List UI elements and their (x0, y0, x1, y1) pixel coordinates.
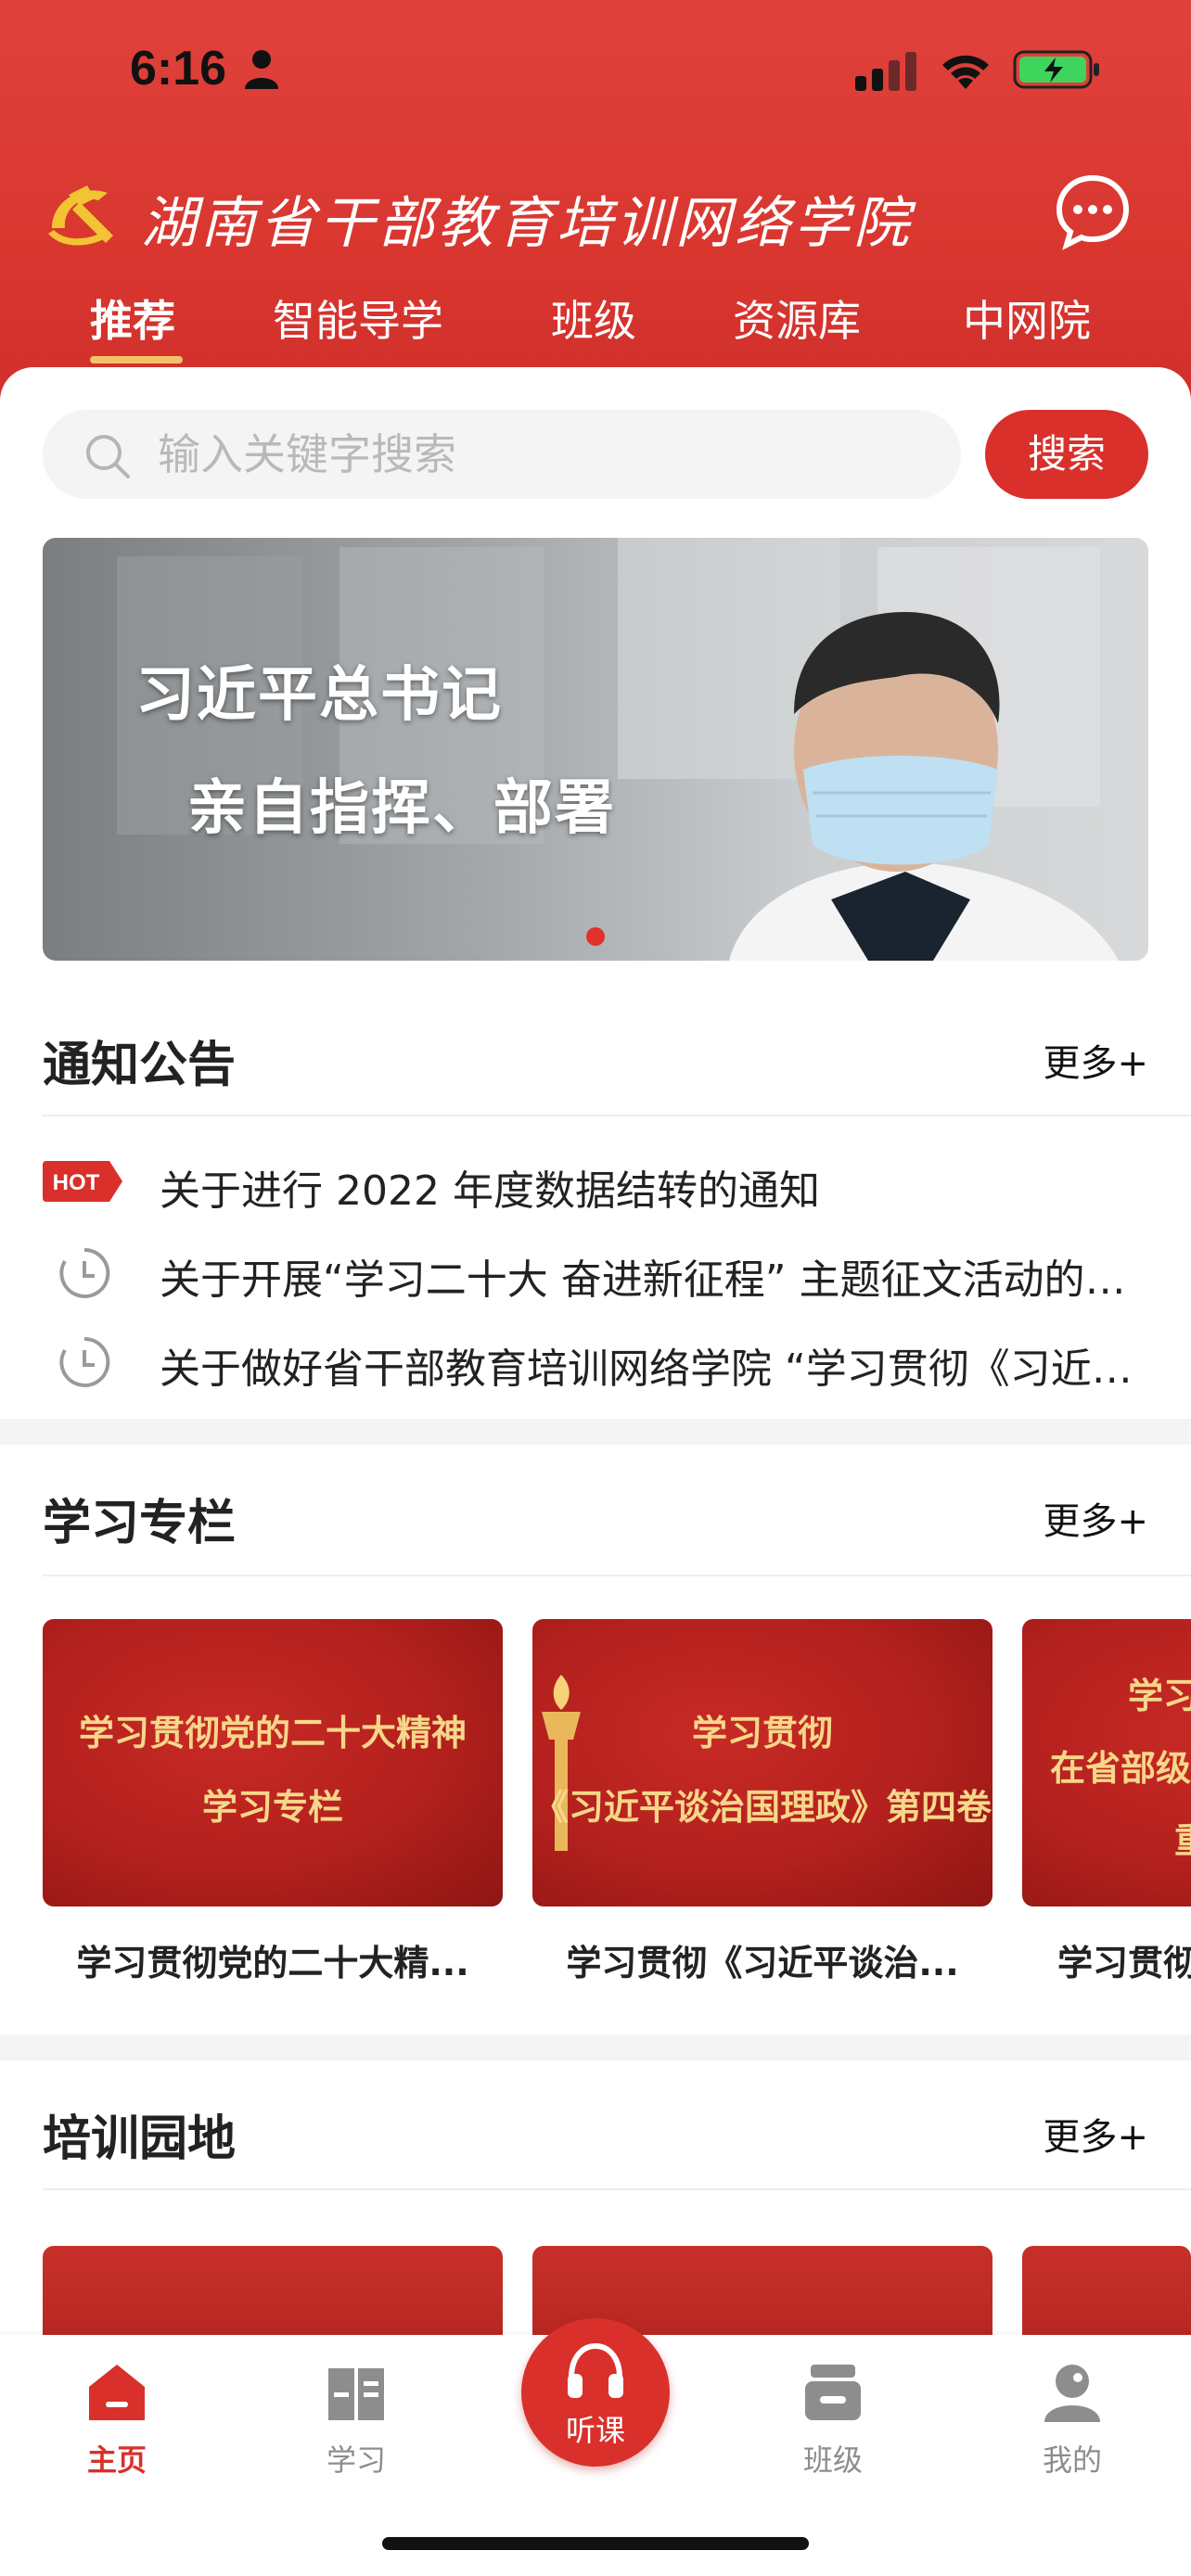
section-separator (0, 1419, 1191, 1445)
listen-button[interactable]: 听课 (521, 2318, 670, 2467)
profile-icon (1044, 2365, 1100, 2422)
study-card-cover: 学习贯彻 《习近平谈治国理政》第四卷 (532, 1619, 992, 1906)
study-card-caption: 学习贯彻《习近平谈治... (566, 1943, 959, 1983)
notice-item[interactable]: 关于做好省干部教育培训网络学院 “学习贯彻《习近平谈治国理政》第四卷” (43, 1322, 1148, 1396)
divider (43, 1575, 1191, 1576)
cover-text: 在省部级主要 (1050, 1747, 1191, 1789)
notice-item[interactable]: HOT 关于进行 2022 年度数据结转的通知 (43, 1144, 1148, 1218)
signal-icon (855, 52, 916, 91)
nav-home[interactable]: 主页 (43, 2361, 191, 2491)
wifi-icon (942, 55, 989, 89)
class-icon (805, 2365, 861, 2420)
home-icon (89, 2365, 145, 2420)
study-card-strip: 学习贯彻党的二十大精神 学习专栏 学习贯彻党的二十大精... 学习贯彻 《习近平… (0, 1619, 1191, 2009)
headphones-icon (568, 2342, 623, 2398)
banner-headline-line2: 亲自指挥、部署 (187, 774, 616, 843)
listen-label: 听课 (565, 2413, 625, 2448)
hot-badge-label: HOT (53, 1170, 100, 1195)
nav-class[interactable]: 班级 (759, 2361, 907, 2491)
notices-more-link[interactable]: 更多+ (1043, 1033, 1148, 1087)
study-card-caption: 学习贯彻 (1057, 1943, 1191, 1983)
divider (43, 2188, 1191, 2190)
search-box[interactable] (43, 410, 961, 499)
search-input[interactable] (158, 410, 937, 499)
notice-title: 关于开展“学习二十大 奋进新征程” 主题征文活动的通知 (160, 1256, 1143, 1304)
banner-portrait-image (729, 612, 1119, 961)
tab-resource-library[interactable]: 资源库 (733, 287, 861, 349)
tab-china-academy[interactable]: 中网院 (963, 287, 1091, 349)
section-separator (0, 2034, 1191, 2060)
nav-profile[interactable]: 我的 (998, 2361, 1146, 2491)
message-icon[interactable] (1054, 172, 1132, 250)
cover-text: 学习贯 (1128, 1675, 1191, 1716)
notice-title: 关于进行 2022 年度数据结转的通知 (160, 1167, 820, 1215)
search-icon (86, 435, 130, 478)
cover-text: 学习贯彻 (691, 1712, 833, 1753)
study-card-cover: 学习贯彻党的二十大精神 学习专栏 (43, 1619, 503, 1906)
cover-text: 重 (1022, 1812, 1191, 1863)
party-emblem-icon (48, 185, 113, 246)
main-content: 搜索 习近平总书记 亲自指挥、部署 通知公告 更 (0, 367, 1191, 2357)
torch-emblem-icon (542, 1675, 581, 1851)
carousel-dot-active[interactable] (586, 927, 605, 946)
brand-row: 湖南省干部教育培训网络学院 (43, 167, 1156, 260)
notice-title: 关于做好省干部教育培训网络学院 “学习贯彻《习近平谈治国理政》第四卷” (160, 1345, 1143, 1393)
clock-icon (59, 1247, 110, 1298)
tab-recommend[interactable]: 推荐 (90, 287, 175, 349)
cover-text: 《习近平谈治国理政》第四卷 (532, 1786, 992, 1828)
nav-class-label: 班级 (802, 2442, 863, 2478)
status-time: 6:16 (130, 42, 227, 96)
tab-smart-guide[interactable]: 智能导学 (273, 287, 443, 349)
clock-icon (59, 1336, 110, 1387)
banner-carousel[interactable]: 习近平总书记 亲自指挥、部署 (43, 538, 1148, 961)
study-card-cover: 学习贯 在省部级主要 重 (1022, 1619, 1191, 1906)
training-more-link[interactable]: 更多+ (1043, 2107, 1148, 2161)
home-indicator[interactable] (382, 2537, 809, 2550)
divider (43, 1115, 1191, 1116)
study-section-title: 学习专栏 (43, 1496, 237, 1551)
nav-study[interactable]: 学习 (282, 2361, 430, 2491)
screen: 6:16 湖南省干部教育培训网络学院 推荐 智能导学 班级 资源库 中网院 输入… (0, 0, 1191, 2576)
search-button[interactable]: 搜索 (985, 410, 1148, 499)
battery-icon (1013, 50, 1099, 89)
training-section-title: 培训园地 (43, 2111, 237, 2167)
banner-headline-line1: 习近平总书记 (135, 661, 503, 730)
status-bar: 6:16 (0, 0, 1191, 139)
hot-badge-icon: HOT (43, 1161, 122, 1202)
tab-class[interactable]: 班级 (551, 287, 636, 349)
study-more-link[interactable]: 更多+ (1043, 1491, 1148, 1545)
book-icon (328, 2368, 384, 2420)
study-card-caption: 学习贯彻党的二十大精... (76, 1943, 469, 1983)
notice-item[interactable]: 关于开展“学习二十大 奋进新征程” 主题征文活动的通知 (43, 1233, 1148, 1307)
nav-study-label: 学习 (326, 2442, 386, 2478)
top-tab-bar: 推荐 智能导学 班级 资源库 中网院 (0, 278, 1191, 371)
search-row: 搜索 (43, 410, 1148, 499)
cover-text: 学习贯彻党的二十大精神 (78, 1712, 467, 1753)
person-icon (245, 50, 278, 89)
brand-title: 湖南省干部教育培训网络学院 (141, 191, 913, 256)
cover-text: 学习专栏 (201, 1786, 343, 1828)
nav-profile-label: 我的 (1042, 2442, 1102, 2478)
active-tab-indicator (90, 356, 183, 363)
nav-home-label: 主页 (86, 2442, 147, 2478)
notices-section-title: 通知公告 (43, 1038, 237, 1093)
app-header: 6:16 湖南省干部教育培训网络学院 推荐 智能导学 班级 资源库 中网院 (0, 0, 1191, 427)
